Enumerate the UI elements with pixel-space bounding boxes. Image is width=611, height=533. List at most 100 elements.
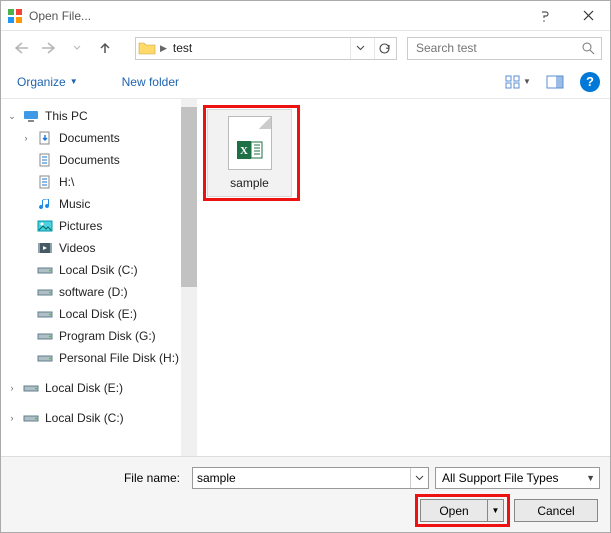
open-file-dialog: Open File... ▶ test Organize ▼ New folder	[0, 0, 611, 533]
sidebar-item[interactable]: › Documents	[1, 127, 181, 149]
cancel-button[interactable]: Cancel	[514, 499, 598, 522]
drive-icon	[37, 350, 53, 366]
expand-icon[interactable]: ›	[7, 383, 17, 393]
file-name: sample	[230, 176, 269, 190]
navigation-pane[interactable]: ⌄ This PC › Documents Documents H:\ Music…	[1, 99, 181, 456]
filename-combobox[interactable]	[192, 467, 429, 489]
dialog-body: ⌄ This PC › Documents Documents H:\ Music…	[1, 99, 610, 456]
documents-icon	[37, 152, 53, 168]
sidebar-item[interactable]: › Local Dsik (C:)	[1, 407, 181, 429]
caret-down-icon: ▼	[70, 77, 78, 86]
up-button[interactable]	[93, 36, 117, 60]
drive-icon	[23, 410, 39, 426]
file-icon: X	[228, 116, 272, 170]
new-folder-button[interactable]: New folder	[116, 73, 185, 91]
app-icon	[7, 8, 23, 24]
excel-icon: X	[237, 139, 263, 161]
sidebar-item[interactable]: › Local Disk (E:)	[1, 377, 181, 399]
button-row: Open ▼ Cancel	[11, 499, 600, 522]
sidebar-item-label: Documents	[59, 153, 120, 167]
toolbar: Organize ▼ New folder ▼ ?	[1, 65, 610, 99]
drive-icon	[37, 262, 53, 278]
expand-icon[interactable]: ›	[21, 133, 31, 143]
sidebar-item-label: Documents	[59, 131, 120, 145]
address-bar[interactable]: ▶ test	[135, 37, 397, 60]
title-bar: Open File...	[1, 1, 610, 31]
sidebar-scrollbar[interactable]	[181, 99, 197, 456]
folder-icon	[138, 39, 156, 57]
search-box[interactable]	[407, 37, 602, 60]
filename-row: File name: All Support File Types ▼	[11, 467, 600, 489]
sidebar-item[interactable]: Personal File Disk (H:)	[1, 347, 181, 369]
filename-label: File name:	[11, 471, 186, 485]
open-button[interactable]: Open ▼	[420, 499, 504, 522]
address-dropdown[interactable]	[350, 38, 370, 59]
organize-label: Organize	[17, 75, 66, 89]
open-label: Open	[421, 504, 487, 518]
sidebar-item-label: software (D:)	[59, 285, 128, 299]
filetype-filter[interactable]: All Support File Types ▼	[435, 467, 600, 489]
close-button[interactable]	[566, 1, 610, 31]
dialog-footer: File name: All Support File Types ▼ Open…	[1, 456, 610, 532]
sidebar-item[interactable]: Videos	[1, 237, 181, 259]
drive-icon	[23, 380, 39, 396]
music-icon	[37, 196, 53, 212]
sidebar-item-label: Music	[59, 197, 90, 211]
search-input[interactable]	[414, 40, 582, 56]
chevron-right-icon: ▶	[160, 43, 167, 54]
sidebar-item[interactable]: Documents	[1, 149, 181, 171]
scrollbar-thumb[interactable]	[181, 107, 197, 287]
collapse-icon[interactable]: ⌄	[7, 111, 17, 122]
file-list[interactable]: X sample	[197, 99, 610, 456]
sidebar-item-label: This PC	[45, 109, 88, 123]
sidebar-item[interactable]: software (D:)	[1, 281, 181, 303]
preview-pane-button[interactable]	[542, 71, 568, 93]
back-button[interactable]	[9, 36, 33, 60]
sidebar-item[interactable]: Program Disk (G:)	[1, 325, 181, 347]
window-title: Open File...	[29, 9, 522, 23]
chevron-down-icon: ▼	[586, 473, 595, 483]
pictures-icon	[37, 218, 53, 234]
breadcrumb-current[interactable]: test	[171, 41, 194, 55]
drive-icon	[37, 284, 53, 300]
filter-label: All Support File Types	[442, 471, 559, 485]
sidebar-item[interactable]: Pictures	[1, 215, 181, 237]
help-icon[interactable]: ?	[580, 72, 600, 92]
filename-input[interactable]	[193, 471, 410, 485]
sidebar-item-label: Local Disk (E:)	[59, 307, 137, 321]
filename-dropdown[interactable]	[410, 468, 428, 488]
refresh-button[interactable]	[374, 38, 394, 59]
pc-icon	[23, 108, 39, 124]
help-button[interactable]	[522, 1, 566, 31]
documents-down-icon	[37, 130, 53, 146]
videos-icon	[37, 240, 53, 256]
sidebar-item-label: Pictures	[59, 219, 102, 233]
expand-icon[interactable]: ›	[7, 413, 17, 423]
file-item[interactable]: X sample	[207, 109, 292, 197]
sidebar-item-label: Personal File Disk (H:)	[59, 351, 179, 365]
cancel-label: Cancel	[537, 504, 574, 518]
recent-dropdown[interactable]	[65, 36, 89, 60]
search-icon	[582, 42, 595, 55]
documents-icon	[37, 174, 53, 190]
forward-button[interactable]	[37, 36, 61, 60]
drive-icon	[37, 306, 53, 322]
sidebar-item-label: H:\	[59, 175, 74, 189]
navigation-bar: ▶ test	[1, 31, 610, 65]
sidebar-item[interactable]: H:\	[1, 171, 181, 193]
sidebar-item-label: Local Dsik (C:)	[59, 263, 138, 277]
sidebar-item[interactable]: Local Disk (E:)	[1, 303, 181, 325]
sidebar-item-label: Local Dsik (C:)	[45, 411, 124, 425]
drive-icon	[37, 328, 53, 344]
open-split-dropdown[interactable]: ▼	[487, 500, 503, 521]
sidebar-item-label: Videos	[59, 241, 95, 255]
sidebar-item[interactable]: Local Dsik (C:)	[1, 259, 181, 281]
sidebar-this-pc[interactable]: ⌄ This PC	[1, 105, 181, 127]
organize-button[interactable]: Organize ▼	[11, 73, 84, 91]
svg-text:X: X	[240, 145, 248, 157]
sidebar-item[interactable]: Music	[1, 193, 181, 215]
view-button[interactable]: ▼	[500, 71, 536, 93]
sidebar-item-label: Local Disk (E:)	[45, 381, 123, 395]
sidebar-item-label: Program Disk (G:)	[59, 329, 156, 343]
new-folder-label: New folder	[122, 75, 179, 89]
